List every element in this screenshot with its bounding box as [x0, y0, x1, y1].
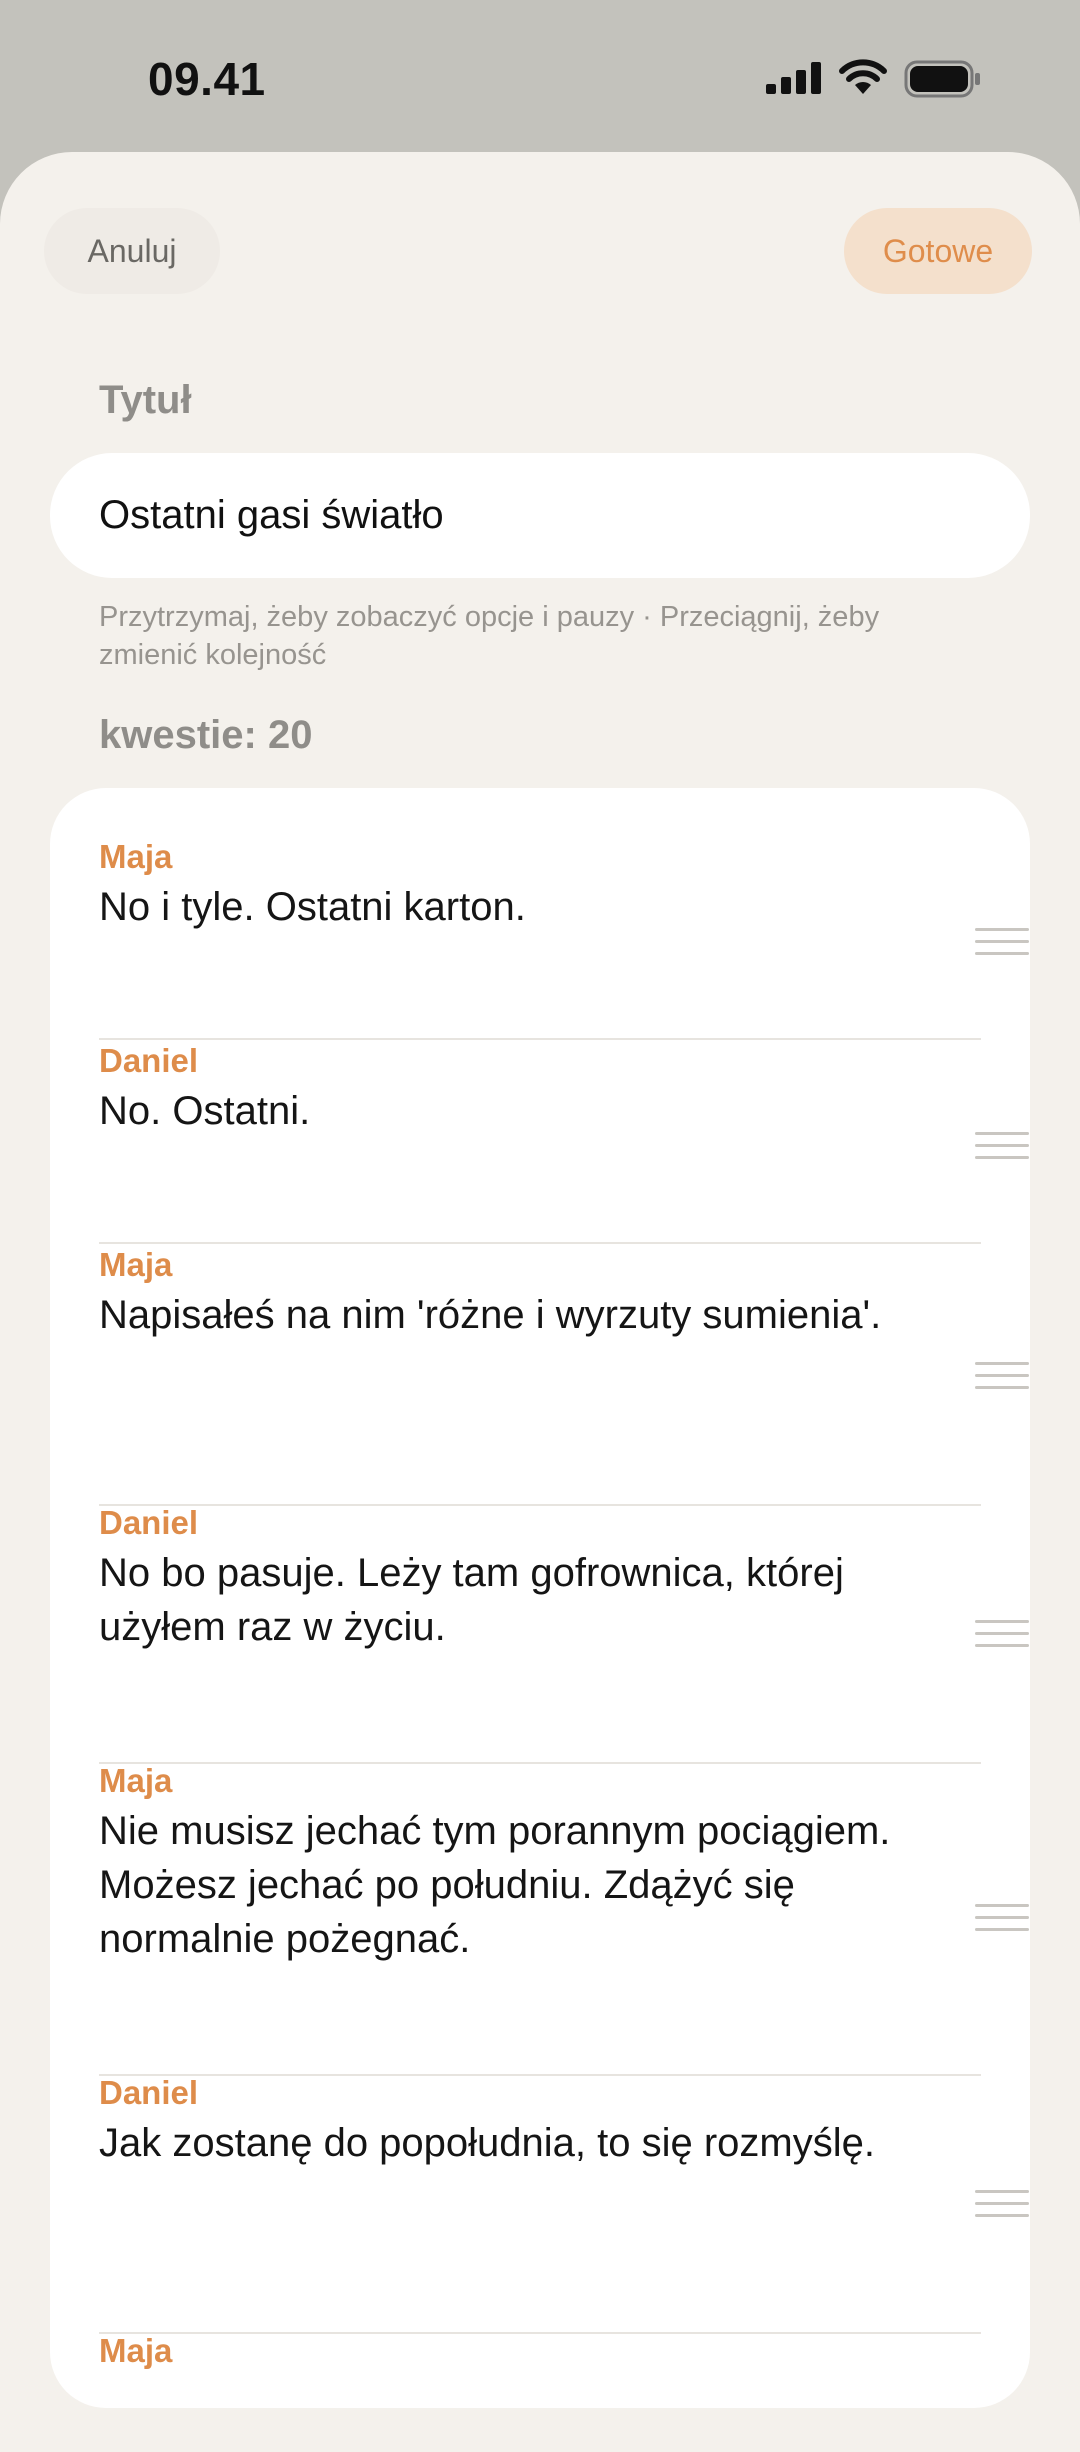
wifi-icon — [839, 59, 887, 94]
speaker-name: Daniel — [99, 2074, 199, 2111]
line-text: No. Ostatni. — [99, 1089, 311, 1133]
lines-count-label: kwestie: 20 — [99, 713, 313, 757]
drag-handle-icon[interactable] — [975, 1904, 1029, 1940]
status-time: 09.41 — [148, 53, 266, 105]
cellular-signal-icon — [766, 62, 821, 94]
line-text: No i tyle. Ostatni karton. — [99, 885, 526, 929]
divider — [99, 1038, 981, 1040]
line-text: Nie musisz jechać tym porannym pociągiem… — [99, 1809, 891, 1961]
divider — [99, 1504, 981, 1506]
done-button[interactable]: Gotowe — [844, 208, 1032, 294]
divider — [99, 1242, 981, 1244]
speaker-name: Daniel — [99, 1504, 199, 1541]
drag-handle-icon[interactable] — [975, 1362, 1029, 1398]
speaker-name: Maja — [99, 2332, 173, 2369]
divider — [99, 2332, 981, 2334]
title-input[interactable]: Ostatni gasi światło — [50, 453, 1030, 578]
reorder-hint: Przytrzymaj, żeby zobaczyć opcje i pauzy… — [99, 601, 880, 671]
drag-handle-icon[interactable] — [975, 1620, 1029, 1656]
drag-handle-icon[interactable] — [975, 1132, 1029, 1168]
divider — [99, 2074, 981, 2076]
speaker-name: Maja — [99, 1762, 173, 1799]
drag-handle-icon[interactable] — [975, 928, 1029, 964]
status-bar: 09.41 — [0, 0, 1080, 152]
line-text: Napisałeś na nim 'różne i wyrzuty sumien… — [99, 1293, 882, 1337]
line-text: No bo pasuje. Leży tam gofrownica, które… — [99, 1551, 844, 1649]
cancel-button[interactable]: Anuluj — [44, 208, 220, 294]
divider — [99, 1762, 981, 1764]
title-label: Tytuł — [99, 378, 192, 422]
speaker-name: Maja — [99, 838, 173, 875]
drag-handle-icon[interactable] — [975, 2190, 1029, 2226]
speaker-name: Daniel — [99, 1042, 199, 1079]
battery-icon — [904, 60, 980, 98]
line-text: Jak zostanę do popołudnia, to się rozmyś… — [99, 2121, 875, 2165]
lines-list: Maja No i tyle. Ostatni karton. Daniel N… — [50, 788, 1030, 2408]
speaker-name: Maja — [99, 1246, 173, 1283]
